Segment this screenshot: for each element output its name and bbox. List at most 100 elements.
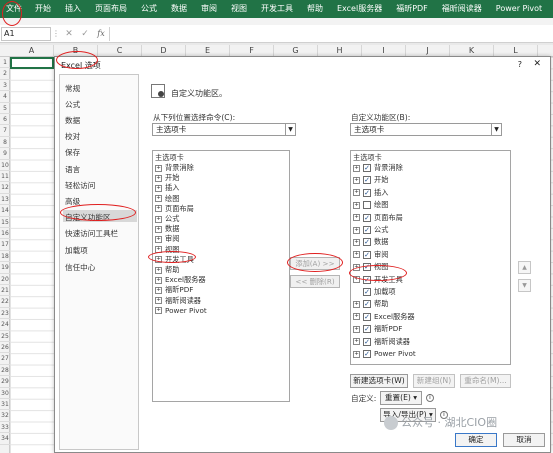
list-item[interactable]: + ✓ 福昕阅读器	[353, 337, 410, 347]
nav-item[interactable]: 轻松访问	[65, 180, 95, 191]
ribbon-tabs-list[interactable]: 主选项卡 + ✓ 背景消除 + ✓ 开始 + ✓ 插入 + 绘图 + ✓ 页面布局 + ✓ 公式 + ✓ 数据 + ✓ 审阅 +…	[350, 150, 511, 365]
expand-icon[interactable]: +	[155, 256, 162, 264]
ribbon-tab[interactable]: Power Pivot	[489, 0, 549, 18]
row-header[interactable]: 22	[0, 296, 10, 308]
expand-icon[interactable]: +	[155, 215, 162, 223]
ribbon-tab[interactable]: 视图	[224, 0, 254, 18]
expand-icon[interactable]: +	[353, 350, 360, 358]
ribbon-tab[interactable]: 插入	[58, 0, 88, 18]
expand-icon[interactable]: +	[353, 338, 360, 346]
expand-icon[interactable]: +	[155, 195, 162, 203]
nav-item[interactable]: 数据	[65, 115, 80, 126]
expand-icon[interactable]: +	[353, 214, 360, 222]
checkbox-checked-icon[interactable]: ✓	[363, 263, 371, 272]
remove-button[interactable]: << 删除(R)	[290, 275, 340, 288]
list-item[interactable]: ✓ 加载项	[353, 287, 396, 297]
checkbox-checked-icon[interactable]: ✓	[363, 238, 371, 247]
list-item[interactable]: + Power Pivot	[155, 306, 207, 315]
row-header[interactable]: 20	[0, 274, 10, 285]
rename-button[interactable]: 重命名(M)...	[460, 374, 511, 388]
list-item[interactable]: + 福昕PDF	[155, 285, 193, 295]
list-item[interactable]: + 开始	[155, 173, 179, 183]
list-item[interactable]: + 审阅	[155, 234, 179, 244]
ok-button[interactable]: 确定	[455, 433, 497, 447]
new-group-button[interactable]: 新建组(N)	[413, 374, 455, 388]
list-item[interactable]: + 数据	[155, 224, 179, 234]
expand-icon[interactable]: +	[155, 184, 162, 192]
row-header[interactable]: 30	[0, 388, 10, 399]
row-header[interactable]: 31	[0, 399, 10, 411]
row-header[interactable]: 23	[0, 308, 10, 320]
help-icon[interactable]: ?	[518, 60, 522, 69]
nav-item[interactable]: 信任中心	[65, 262, 95, 273]
row-header[interactable]: 9	[0, 148, 10, 160]
cancel-entry-icon[interactable]: ✕	[61, 29, 77, 39]
choose-commands-combo[interactable]: 主选项卡 ▼	[152, 123, 296, 136]
checkbox-checked-icon[interactable]: ✓	[363, 213, 371, 222]
list-item[interactable]: + ✓ 背景消除	[353, 163, 403, 173]
row-header[interactable]: 5	[0, 103, 10, 114]
checkbox-unchecked-icon[interactable]	[363, 201, 371, 210]
row-header[interactable]: 13	[0, 194, 10, 206]
list-item[interactable]: + 背景消除	[155, 163, 194, 173]
add-button[interactable]: 添加(A) >>	[290, 257, 340, 270]
new-tab-button[interactable]: 新建选项卡(W)	[350, 374, 408, 388]
list-item[interactable]: + 公式	[155, 214, 179, 224]
reset-button[interactable]: 重置(E) ▾	[380, 391, 422, 405]
name-box[interactable]: A1	[1, 26, 51, 41]
ribbon-tab[interactable]: 页面布局	[88, 0, 134, 18]
list-item[interactable]: + 开发工具	[155, 255, 194, 265]
expand-icon[interactable]: +	[155, 297, 162, 305]
expand-icon[interactable]: +	[155, 276, 162, 284]
list-item[interactable]: + ✓ 页面布局	[353, 213, 403, 223]
list-item[interactable]: + ✓ Power Pivot	[353, 349, 416, 358]
available-commands-list[interactable]: 主选项卡 + 背景消除 + 开始 + 插入 + 绘图 + 页面布局 + 公式 + 数据 + 审阅 + 视图 + 开发工具…	[152, 150, 290, 402]
row-header[interactable]: 29	[0, 376, 10, 388]
expand-icon[interactable]: +	[353, 276, 360, 284]
ribbon-tab[interactable]: 开发工具	[254, 0, 300, 18]
expand-icon[interactable]: +	[353, 263, 360, 271]
cancel-button[interactable]: 取消	[503, 433, 545, 447]
confirm-entry-icon[interactable]: ✓	[77, 29, 93, 39]
nav-item[interactable]: 校对	[65, 131, 80, 142]
expand-icon[interactable]: +	[155, 235, 162, 243]
ribbon-tab[interactable]: 公式	[134, 0, 164, 18]
list-item[interactable]: + ✓ 插入	[353, 188, 388, 198]
nav-item[interactable]: 公式	[65, 99, 80, 110]
expand-icon[interactable]: +	[353, 251, 360, 259]
list-item[interactable]: + 绘图	[155, 194, 179, 204]
checkbox-checked-icon[interactable]: ✓	[363, 300, 371, 309]
row-header[interactable]: 15	[0, 217, 10, 228]
ribbon-tab[interactable]: Excel服务器	[330, 0, 389, 18]
list-item[interactable]: + 页面布局	[155, 204, 194, 214]
expand-icon[interactable]: +	[353, 238, 360, 246]
checkbox-checked-icon[interactable]: ✓	[363, 312, 371, 321]
list-item[interactable]: + 视图	[155, 245, 179, 255]
formula-input[interactable]	[109, 26, 553, 41]
list-item[interactable]: + ✓ 开发工具	[353, 275, 403, 285]
row-header[interactable]: 25	[0, 331, 10, 342]
row-header[interactable]: 4	[0, 91, 10, 103]
row-header[interactable]: 16	[0, 228, 10, 240]
list-item[interactable]: + ✓ 帮助	[353, 299, 388, 309]
list-item[interactable]: + ✓ 公式	[353, 225, 388, 235]
column-header[interactable]: A	[10, 45, 54, 57]
customize-ribbon-combo[interactable]: 主选项卡 ▼	[350, 123, 502, 136]
list-item[interactable]: + 插入	[155, 183, 179, 193]
ribbon-tab[interactable]: 帮助	[300, 0, 330, 18]
row-header[interactable]: 28	[0, 365, 10, 377]
row-header[interactable]: 12	[0, 182, 10, 194]
list-item[interactable]: + ✓ 开始	[353, 175, 388, 185]
row-header[interactable]: 34	[0, 433, 10, 445]
row-header[interactable]: 19	[0, 262, 10, 274]
row-header[interactable]: 14	[0, 205, 10, 217]
expand-icon[interactable]: +	[155, 307, 162, 315]
expand-icon[interactable]: +	[155, 164, 162, 172]
row-header[interactable]: 10	[0, 160, 10, 171]
expand-icon[interactable]: +	[353, 164, 360, 172]
ribbon-tab[interactable]: 福昕PDF	[389, 0, 435, 18]
expand-icon[interactable]: +	[155, 174, 162, 182]
expand-icon[interactable]: +	[353, 313, 360, 321]
row-header[interactable]: 6	[0, 114, 10, 126]
checkbox-checked-icon[interactable]: ✓	[363, 250, 371, 259]
